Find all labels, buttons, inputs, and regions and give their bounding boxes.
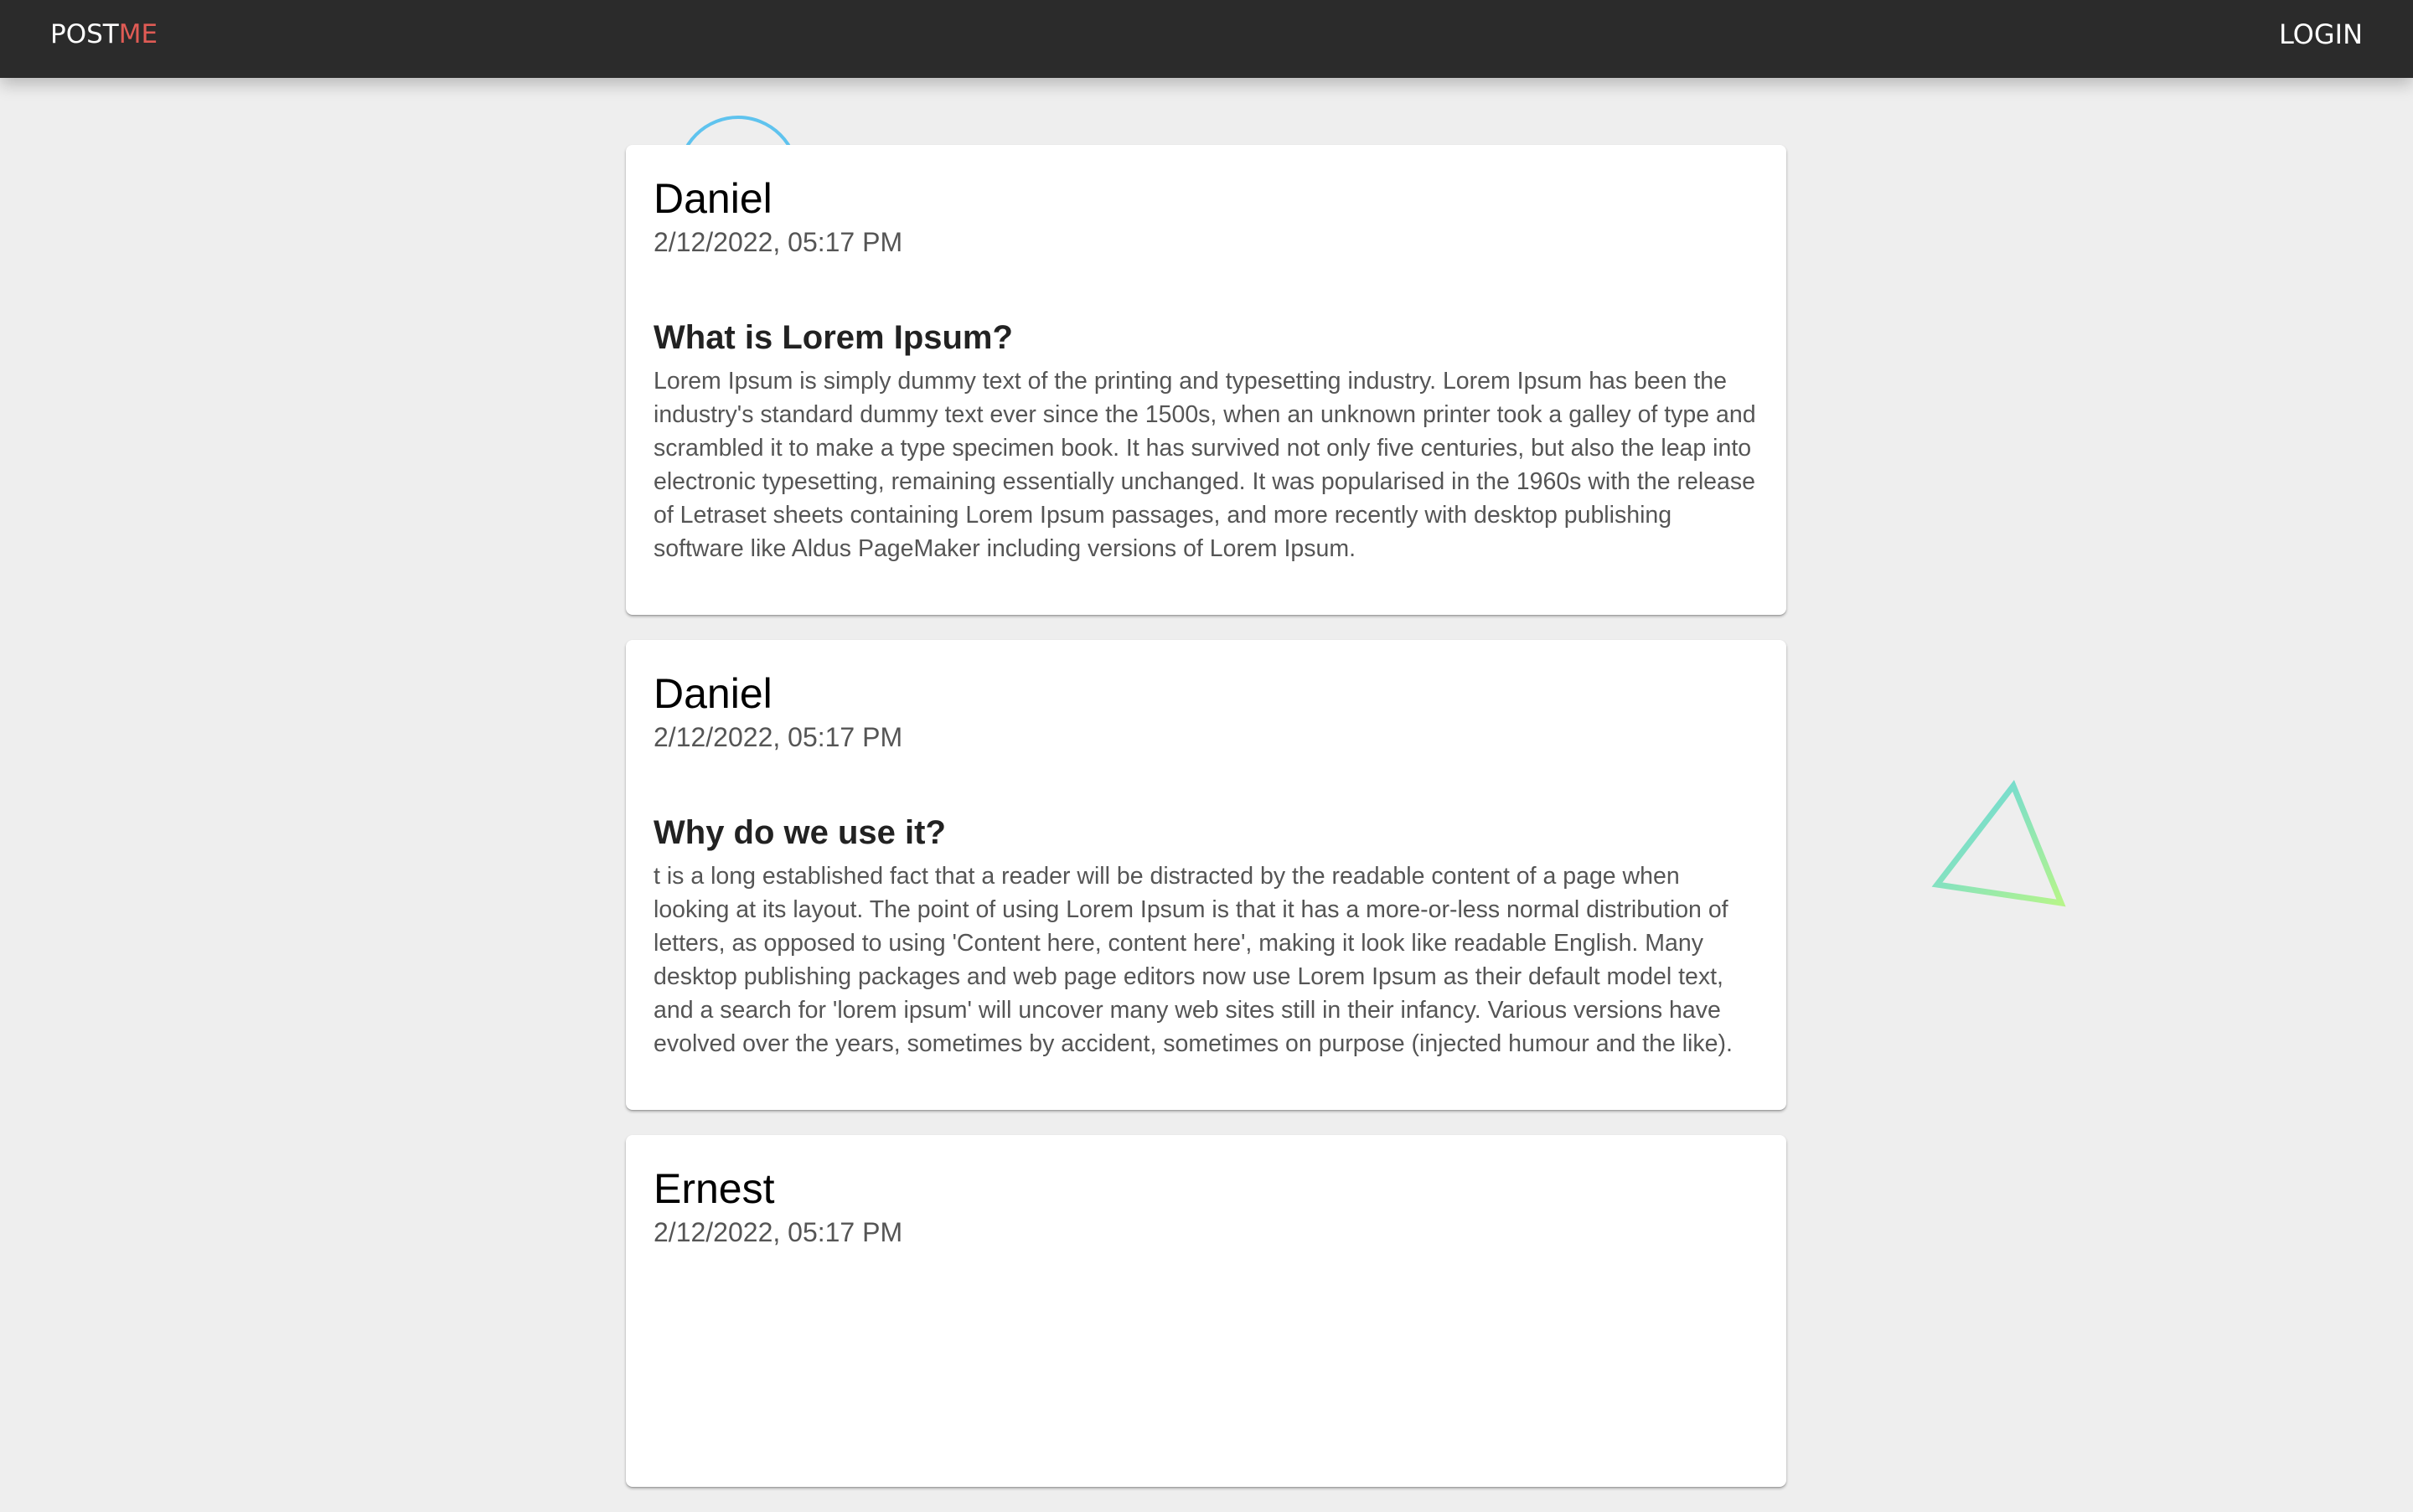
decorative-triangle — [1931, 780, 2066, 907]
logo-text-post: POST — [50, 19, 119, 49]
post-author: Ernest — [654, 1165, 775, 1212]
post-author: Daniel — [654, 670, 772, 717]
post-body: t is a long established fact that a read… — [654, 863, 1733, 1057]
post-feed: Daniel 2/12/2022, 05:17 PM What is Lorem… — [626, 145, 1786, 1512]
post-author: Daniel — [654, 175, 772, 222]
post-card: Daniel 2/12/2022, 05:17 PM Why do we use… — [626, 640, 1786, 1110]
login-button[interactable]: LOGIN — [2279, 0, 2363, 70]
post-title: Why do we use it? — [654, 814, 946, 851]
post-card: Ernest 2/12/2022, 05:17 PM — [626, 1135, 1786, 1487]
post-timestamp: 2/12/2022, 05:17 PM — [654, 1217, 903, 1247]
top-navbar: POSTME LOGIN — [0, 0, 2413, 78]
post-body: Lorem Ipsum is simply dummy text of the … — [654, 368, 1756, 562]
post-title: What is Lorem Ipsum? — [654, 319, 1013, 356]
post-card: Daniel 2/12/2022, 05:17 PM What is Lorem… — [626, 145, 1786, 615]
app-logo[interactable]: POSTME — [50, 0, 158, 70]
post-timestamp: 2/12/2022, 05:17 PM — [654, 722, 903, 752]
logo-text-me: ME — [118, 19, 158, 49]
post-timestamp: 2/12/2022, 05:17 PM — [654, 227, 903, 257]
